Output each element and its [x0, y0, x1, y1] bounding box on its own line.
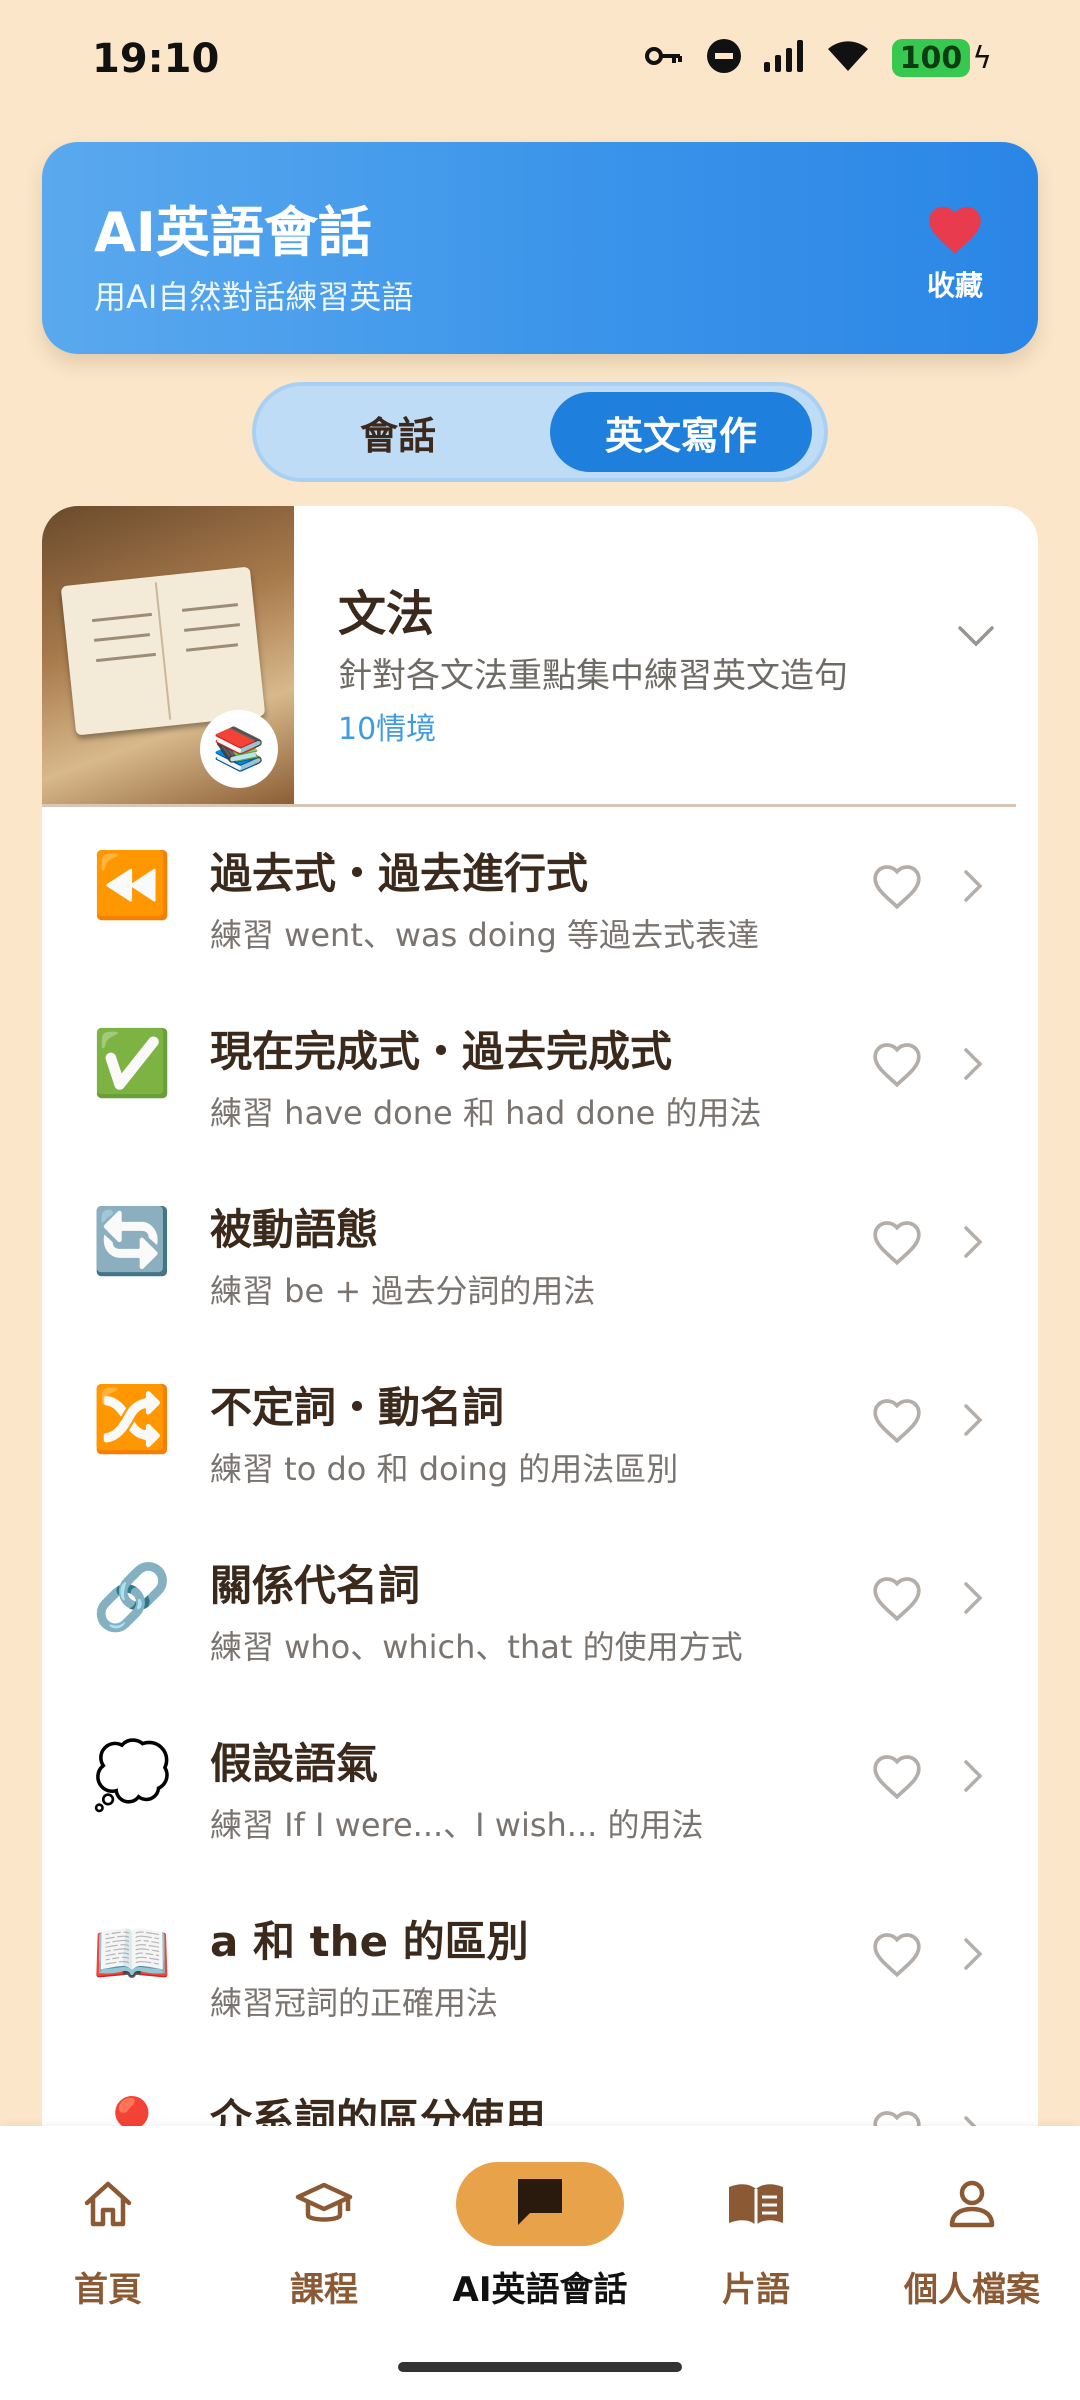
scenario-emoji-icon: 📖	[92, 1917, 172, 1991]
nav-home-label: 首頁	[74, 2270, 142, 2310]
key-icon	[644, 41, 684, 75]
nav-home[interactable]: 首頁	[0, 2162, 216, 2311]
scenario-row[interactable]: 🔀 不定詞・動名詞練習 to do 和 doing 的用法區別	[42, 1340, 1038, 1518]
page-subtitle: 用AI自然對話練習英語	[94, 278, 414, 316]
graduation-cap-icon	[216, 2162, 432, 2246]
scenario-emoji-icon: 🔀	[92, 1383, 172, 1457]
chevron-right-icon	[962, 1046, 984, 1086]
scenario-row[interactable]: 🔗 關係代名詞練習 who、which、that 的使用方式	[42, 1518, 1038, 1696]
tab-conversation[interactable]: 會話	[270, 392, 526, 472]
heart-outline-icon[interactable]	[870, 1574, 924, 1626]
chevron-down-icon[interactable]	[956, 624, 996, 652]
scenario-description: 練習 be + 過去分詞的用法	[210, 1272, 596, 1310]
battery-indicator: 100 ϟ	[891, 39, 992, 77]
battery-level: 100	[891, 39, 971, 77]
scenario-description: 練習 went、was doing 等過去式表達	[210, 916, 760, 954]
scenario-description: 練習 If I were...、I wish... 的用法	[210, 1806, 704, 1844]
chevron-right-icon	[962, 1224, 984, 1264]
scenario-description: 練習 to do 和 doing 的用法區別	[210, 1450, 679, 1488]
home-icon	[0, 2162, 216, 2246]
status-bar: 19:10 100 ϟ	[0, 0, 1080, 120]
heart-outline-icon[interactable]	[870, 862, 924, 914]
books-icon: 📚	[200, 710, 278, 788]
heart-outline-icon[interactable]	[870, 1396, 924, 1448]
scenario-description: 練習 who、which、that 的使用方式	[210, 1628, 743, 1666]
person-icon	[864, 2162, 1080, 2246]
chat-icon	[512, 2175, 568, 2233]
chevron-right-icon	[962, 1758, 984, 1798]
nav-profile-label: 個人檔案	[904, 2270, 1040, 2310]
category-title: 文法	[338, 586, 435, 642]
mode-tabs: 會話 英文寫作	[252, 382, 828, 482]
scenario-emoji-icon: 🔄	[92, 1205, 172, 1279]
heart-filled-icon	[925, 206, 985, 260]
chevron-right-icon	[962, 1402, 984, 1442]
category-count: 10情境	[338, 712, 437, 747]
nav-ai-conversation-label: AI英語會話	[452, 2270, 628, 2310]
nav-phrases-label: 片語	[722, 2270, 790, 2310]
scenario-emoji-icon: 💭	[92, 1739, 172, 1813]
nav-phrases[interactable]: 片語	[648, 2162, 864, 2311]
wifi-icon	[826, 39, 870, 77]
chevron-right-icon	[962, 1936, 984, 1976]
scenario-title: 過去式・過去進行式	[210, 849, 589, 898]
nav-profile[interactable]: 個人檔案	[864, 2162, 1080, 2311]
scenario-description: 練習 have done 和 had done 的用法	[210, 1094, 762, 1132]
status-time: 19:10	[92, 36, 220, 82]
heart-outline-icon[interactable]	[870, 1040, 924, 1092]
scenario-title: 假設語氣	[210, 1739, 379, 1788]
favorites-label: 收藏	[926, 269, 983, 302]
heart-outline-icon[interactable]	[870, 1930, 924, 1982]
favorites-button[interactable]: 收藏	[920, 202, 990, 304]
app-screen: 19:10 100 ϟ AI英語會話 用AI自然對話練習英語 收藏 會話 英文寫…	[0, 0, 1080, 2400]
signal-icon	[763, 40, 804, 76]
scenario-row[interactable]: 🔄 被動語態練習 be + 過去分詞的用法	[42, 1162, 1038, 1340]
scenario-row[interactable]: ✅ 現在完成式・過去完成式練習 have done 和 had done 的用法	[42, 984, 1038, 1162]
scenario-emoji-icon: ⏪	[92, 849, 172, 923]
bottom-navigation: 首頁 課程 AI英語會話 片語 個人檔案	[0, 2126, 1080, 2400]
do-not-disturb-icon	[706, 38, 742, 78]
category-image: 📚	[42, 506, 294, 806]
scenario-title: 被動語態	[210, 1205, 379, 1254]
scenario-title: 現在完成式・過去完成式	[210, 1027, 673, 1076]
header-card: AI英語會話 用AI自然對話練習英語 收藏	[42, 142, 1038, 354]
scenario-row[interactable]: ⏪ 過去式・過去進行式練習 went、was doing 等過去式表達	[42, 806, 1038, 984]
nav-courses-label: 課程	[290, 2270, 358, 2310]
scenario-emoji-icon: ✅	[92, 1027, 172, 1101]
scenario-title: 不定詞・動名詞	[210, 1383, 505, 1432]
charging-icon: ϟ	[972, 40, 992, 76]
scenario-description: 練習冠詞的正確用法	[210, 1984, 499, 2022]
nav-ai-conversation[interactable]: AI英語會話	[432, 2162, 648, 2311]
heart-outline-icon[interactable]	[870, 1218, 924, 1270]
home-indicator	[398, 2362, 682, 2372]
scenario-row[interactable]: 💭 假設語氣練習 If I were...、I wish... 的用法	[42, 1696, 1038, 1874]
nav-active-pill	[456, 2162, 624, 2246]
chevron-right-icon	[962, 868, 984, 908]
scenario-title: 關係代名詞	[210, 1561, 421, 1610]
content-card: 📚 文法 針對各文法重點集中練習英文造句 10情境 ⏪ 過去式・過去進行式練習 w…	[42, 506, 1038, 2206]
heart-outline-icon[interactable]	[870, 1752, 924, 1804]
category-header[interactable]: 📚 文法 針對各文法重點集中練習英文造句 10情境	[42, 506, 1038, 807]
category-description: 針對各文法重點集中練習英文造句	[338, 656, 848, 696]
scenario-emoji-icon: 🔗	[92, 1561, 172, 1635]
status-icons: 100 ϟ	[644, 38, 992, 78]
nav-courses[interactable]: 課程	[216, 2162, 432, 2311]
chevron-right-icon	[962, 1580, 984, 1620]
scenario-title: a 和 the 的區別	[210, 1917, 529, 1966]
book-icon	[648, 2162, 864, 2246]
page-title: AI英語會話	[94, 201, 372, 264]
tab-english-writing[interactable]: 英文寫作	[550, 392, 812, 472]
scenario-row[interactable]: 📖 a 和 the 的區別練習冠詞的正確用法	[42, 1874, 1038, 2052]
